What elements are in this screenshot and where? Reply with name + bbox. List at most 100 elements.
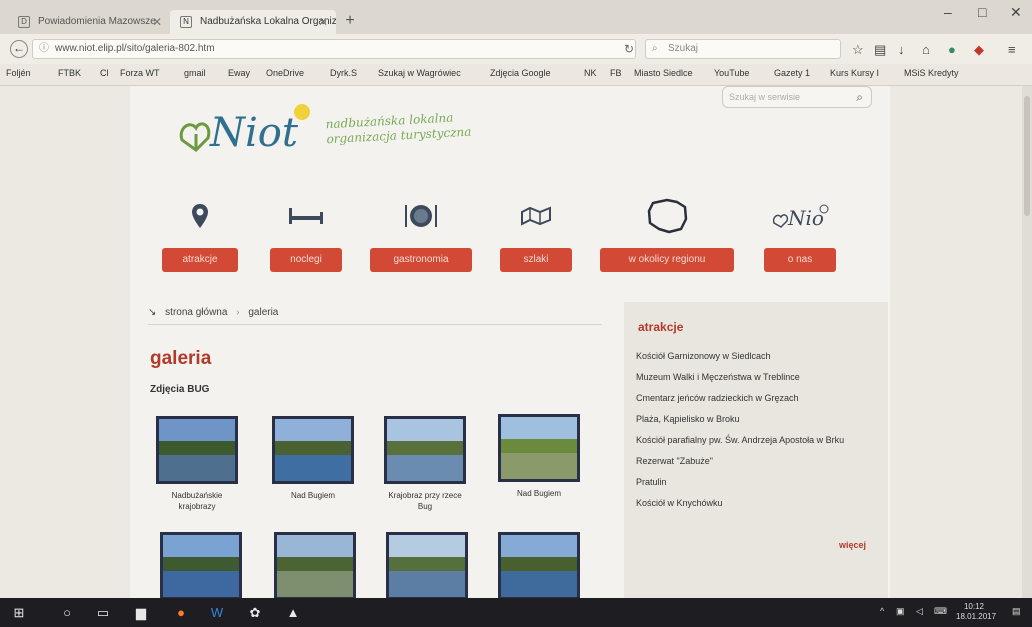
gallery-item[interactable] (386, 532, 468, 600)
volume-icon[interactable]: ◁ (916, 606, 923, 617)
reader-icon[interactable]: ▤ (874, 42, 886, 58)
notifications-icon[interactable]: ▤ (1012, 606, 1021, 617)
gallery-item[interactable] (160, 532, 242, 600)
attraction-link[interactable]: Muzeum Walki i Męczeństwa w Treblince (636, 371, 872, 383)
bookmark-item[interactable]: Cl (100, 68, 109, 78)
attraction-link[interactable]: Pratulin (636, 476, 872, 488)
bookmark-item[interactable]: Szukaj w Wagrówiec (378, 68, 461, 78)
app-icon[interactable]: ✿ (246, 604, 264, 622)
gallery-item[interactable]: Nad Bugiem (498, 414, 580, 499)
browser-tab-2[interactable]: N Nadbużańska Lokalna Organizacja ✕ (170, 10, 336, 34)
gallery-photo[interactable] (272, 416, 354, 484)
extension-icon[interactable]: ● (948, 42, 956, 57)
minimize-window-icon[interactable]: – (944, 4, 952, 20)
tray-chevron-icon[interactable]: ^ (880, 606, 884, 616)
bookmark-item[interactable]: gmail (184, 68, 206, 78)
attraction-link[interactable]: Cmentarz jeńców radzieckich w Gręzach (636, 392, 872, 404)
web-page: Niot nadbużańska lokalna organizacja tur… (0, 86, 1032, 600)
site-search-input[interactable]: Szukaj w serwisie ⌕ (722, 86, 872, 108)
bookmark-item[interactable]: FTBK (58, 68, 81, 78)
menu-item-noclegi[interactable]: noclegi (270, 196, 342, 276)
menu-button-label[interactable]: gastronomia (370, 248, 472, 272)
addon-icon[interactable]: ◆ (974, 42, 984, 58)
close-tab-icon[interactable]: ✕ (152, 10, 162, 34)
search-icon[interactable]: ○ (58, 604, 76, 622)
attraction-link[interactable]: Kościół parafialny pw. Św. Andrzeja Apos… (636, 434, 872, 446)
bookmark-item[interactable]: NK (584, 68, 597, 78)
menu-hamburger-icon[interactable]: ≡ (1008, 42, 1016, 57)
close-window-icon[interactable]: ✕ (1010, 4, 1022, 21)
attraction-link[interactable]: Plaża, Kąpielisko w Broku (636, 413, 872, 425)
menu-item-gastronomia[interactable]: gastronomia (370, 196, 472, 276)
menu-item-szlaki[interactable]: szlaki (500, 196, 572, 276)
windows-start-icon[interactable]: ⊞ (10, 604, 28, 622)
task-view-icon[interactable]: ▭ (94, 604, 112, 622)
bookmark-item[interactable]: Zdjęcia Google (490, 68, 551, 78)
bookmark-item[interactable]: FB (610, 68, 622, 78)
page-scrollbar[interactable] (1022, 86, 1032, 598)
gallery-item[interactable]: Nad Bugiem (272, 416, 354, 501)
gallery-item[interactable] (274, 532, 356, 600)
bookmark-item[interactable]: Kurs Kursy I (830, 68, 879, 78)
gallery-photo[interactable] (160, 532, 242, 600)
firefox-icon[interactable]: ● (172, 604, 190, 622)
gallery-photo[interactable] (274, 532, 356, 600)
browser-tab-1[interactable]: D Powiadomienia Mazowsze ✕ (8, 10, 170, 34)
reload-icon[interactable]: ↻ (624, 42, 634, 56)
bookmark-item[interactable]: Eway (228, 68, 250, 78)
gallery-item[interactable]: Krajobraz przy rzece Bug (384, 416, 466, 512)
keyboard-icon[interactable]: ⌨ (934, 606, 947, 617)
close-tab-icon[interactable]: ✕ (318, 10, 328, 34)
bookmark-item[interactable]: Foljén (6, 68, 31, 78)
bookmark-item[interactable]: Gazety 1 (774, 68, 810, 78)
taskbar-clock[interactable]: 10:12 18.01.2017 (956, 602, 996, 622)
gallery-photo[interactable] (498, 532, 580, 600)
gallery-photo[interactable] (156, 416, 238, 484)
breadcrumb-home-link[interactable]: strona główna (165, 307, 227, 318)
menu-button-label[interactable]: atrakcje (162, 248, 238, 272)
bookmark-item[interactable]: YouTube (714, 68, 749, 78)
menu-button-label[interactable]: o nas (764, 248, 836, 272)
back-arrow-icon[interactable]: ← (10, 40, 28, 58)
bookmark-item[interactable]: MSiS Kredyty (904, 68, 959, 78)
home-icon[interactable]: ⌂ (922, 42, 930, 57)
site-info-icon[interactable]: ⓘ (39, 40, 49, 58)
word-icon[interactable]: W (208, 604, 226, 622)
page-content: Niot nadbużańska lokalna organizacja tur… (130, 86, 890, 600)
gallery-photo[interactable] (384, 416, 466, 484)
scrollbar-thumb[interactable] (1024, 96, 1030, 216)
menu-button-label[interactable]: w okolicy regionu (600, 248, 734, 272)
gallery-item[interactable]: Nadbużańskie krajobrazy (156, 416, 238, 512)
attraction-link[interactable]: Kościół w Knychówku (636, 497, 872, 509)
sidebar-title: atrakcje (638, 320, 684, 334)
menu-button-label[interactable]: szlaki (500, 248, 572, 272)
address-bar[interactable]: ⓘ www.niot.elip.pl/sito/galeria-802.htm (32, 39, 636, 59)
menu-button-label[interactable]: noclegi (270, 248, 342, 272)
bookmark-item[interactable]: Miasto Siedlce (634, 68, 693, 78)
download-icon[interactable]: ↓ (898, 42, 905, 57)
menu-item-w-okolicy-regionu[interactable]: w okolicy regionu (600, 196, 734, 276)
bookmark-item[interactable]: OneDrive (266, 68, 304, 78)
bookmark-item[interactable]: Forza WT (120, 68, 160, 78)
menu-item-o-nas[interactable]: Nio o nas (764, 196, 836, 276)
plate-icon (370, 196, 472, 236)
gallery-item[interactable] (498, 532, 580, 600)
search-icon[interactable]: ⌕ (856, 87, 863, 107)
new-tab-button[interactable]: + (340, 13, 360, 31)
maximize-window-icon[interactable]: □ (978, 4, 986, 20)
site-logo[interactable]: Niot (174, 98, 314, 158)
bookmark-item[interactable]: Dyrk.S (330, 68, 357, 78)
file-explorer-icon[interactable]: ▆ (132, 604, 150, 622)
photos-icon[interactable]: ▲ (284, 604, 302, 622)
gallery-caption: Nadbużańskie krajobrazy (171, 491, 223, 511)
browser-search-box[interactable]: ⌕ Szukaj (645, 39, 841, 59)
gallery-photo[interactable] (386, 532, 468, 600)
map-icon (500, 196, 572, 236)
bookmark-star-icon[interactable]: ☆ (852, 42, 864, 58)
menu-item-atrakcje[interactable]: atrakcje (162, 196, 238, 276)
more-link[interactable]: więcej (839, 540, 866, 550)
attraction-link[interactable]: Kościół Garnizonowy w Siedlcach (636, 350, 872, 362)
network-icon[interactable]: ▣ (896, 606, 905, 617)
attraction-link[interactable]: Rezerwat "Zabuże" (636, 455, 872, 467)
gallery-photo[interactable] (498, 414, 580, 482)
